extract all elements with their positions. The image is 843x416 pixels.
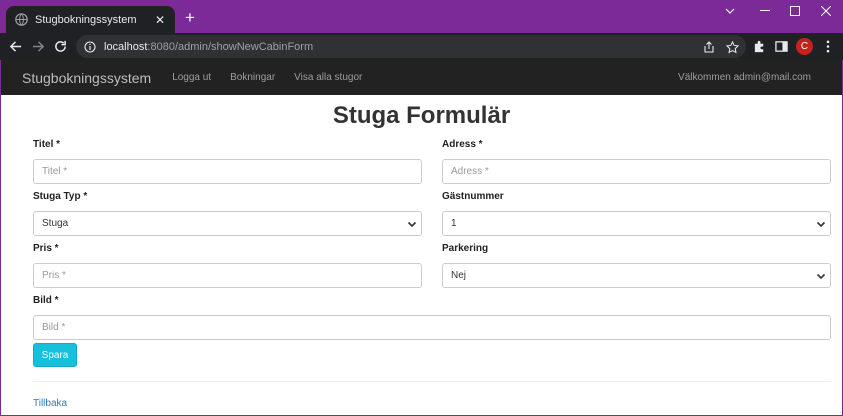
parking-label: Parkering bbox=[442, 243, 489, 254]
title-field-group: Titel * Titel * bbox=[33, 138, 422, 184]
page-title: Stuga Formulär bbox=[332, 102, 511, 129]
more-menu-icon[interactable] bbox=[820, 39, 835, 54]
reload-icon[interactable] bbox=[51, 37, 70, 56]
bookmark-star-icon[interactable] bbox=[725, 40, 739, 54]
tab-title: Stugbokningssystem bbox=[35, 13, 137, 26]
page-viewport: Stugbokningssystem Logga ut Bokningar Vi… bbox=[1, 60, 842, 415]
browser-tab[interactable]: Stugbokningssystem ✕ bbox=[6, 6, 175, 33]
title-input[interactable]: Titel * bbox=[33, 159, 422, 184]
new-tab-button[interactable]: + bbox=[180, 9, 200, 27]
parking-selected: Nej bbox=[451, 270, 467, 281]
title-label: Titel * bbox=[33, 139, 61, 150]
cabin-type-selected: Stuga bbox=[42, 218, 69, 229]
browser-toolbar: localhost:8080/admin/showNewCabinForm C bbox=[0, 33, 843, 60]
chevron-down-icon[interactable] bbox=[719, 2, 741, 20]
image-label: Bild * bbox=[33, 295, 59, 306]
parking-field-group: Parkering Nej bbox=[442, 242, 831, 288]
forward-arrow-icon[interactable] bbox=[29, 37, 48, 56]
url-text: localhost:8080/admin/showNewCabinForm bbox=[104, 41, 313, 53]
url-path: :8080/admin/showNewCabinForm bbox=[147, 40, 314, 53]
guest-number-field-group: Gästnummer 1 bbox=[442, 190, 831, 236]
chevron-down-icon bbox=[816, 221, 826, 228]
info-icon[interactable] bbox=[84, 40, 96, 53]
globe-icon bbox=[14, 13, 28, 27]
title-placeholder: Titel * bbox=[42, 166, 68, 177]
navbar-brand[interactable]: Stugbokningssystem bbox=[22, 70, 151, 86]
guest-number-label: Gästnummer bbox=[442, 191, 504, 202]
cabin-type-select[interactable]: Stuga bbox=[33, 211, 422, 236]
price-label: Pris * bbox=[33, 243, 59, 254]
back-arrow-icon[interactable] bbox=[6, 37, 25, 56]
back-link[interactable]: Tillbaka bbox=[33, 398, 67, 409]
image-field-group: Bild * Bild * bbox=[33, 294, 831, 340]
chevron-down-icon bbox=[816, 273, 826, 280]
close-tab-icon[interactable]: ✕ bbox=[153, 13, 167, 27]
cabin-type-label: Stuga Typ * bbox=[33, 191, 88, 202]
url-host: localhost bbox=[104, 40, 148, 53]
side-panel-icon[interactable] bbox=[774, 39, 789, 54]
guest-number-select[interactable]: 1 bbox=[442, 211, 831, 236]
image-placeholder: Bild * bbox=[42, 322, 66, 333]
price-placeholder: Pris * bbox=[42, 270, 66, 281]
browser-titlebar: Stugbokningssystem ✕ + bbox=[0, 0, 843, 33]
nav-link-bookings[interactable]: Bokningar bbox=[230, 72, 275, 83]
address-field-group: Adress * Adress * bbox=[442, 138, 831, 184]
image-input[interactable]: Bild * bbox=[33, 315, 831, 340]
price-input[interactable]: Pris * bbox=[33, 263, 422, 288]
minimize-icon[interactable] bbox=[754, 2, 776, 20]
address-placeholder: Adress * bbox=[451, 166, 489, 177]
address-bar[interactable]: localhost:8080/admin/showNewCabinForm bbox=[76, 35, 746, 58]
nav-link-logout[interactable]: Logga ut bbox=[172, 72, 211, 83]
extensions-puzzle-icon[interactable] bbox=[752, 39, 767, 54]
welcome-text: Välkommen admin@mail.com bbox=[678, 72, 811, 83]
share-icon[interactable] bbox=[702, 40, 716, 54]
save-button[interactable]: Spara bbox=[33, 343, 77, 367]
site-navbar: Stugbokningssystem Logga ut Bokningar Vi… bbox=[1, 60, 842, 95]
nav-link-all-cabins[interactable]: Visa alla stugor bbox=[294, 72, 362, 83]
address-input[interactable]: Adress * bbox=[442, 159, 831, 184]
chevron-down-icon bbox=[407, 221, 417, 228]
parking-select[interactable]: Nej bbox=[442, 263, 831, 288]
profile-avatar[interactable]: C bbox=[796, 38, 813, 55]
guest-number-selected: 1 bbox=[451, 218, 457, 229]
address-label: Adress * bbox=[442, 139, 483, 150]
maximize-icon[interactable] bbox=[784, 2, 806, 20]
price-field-group: Pris * Pris * bbox=[33, 242, 422, 288]
cabin-type-field-group: Stuga Typ * Stuga bbox=[33, 190, 422, 236]
divider bbox=[33, 381, 831, 382]
close-window-icon[interactable] bbox=[815, 2, 837, 20]
